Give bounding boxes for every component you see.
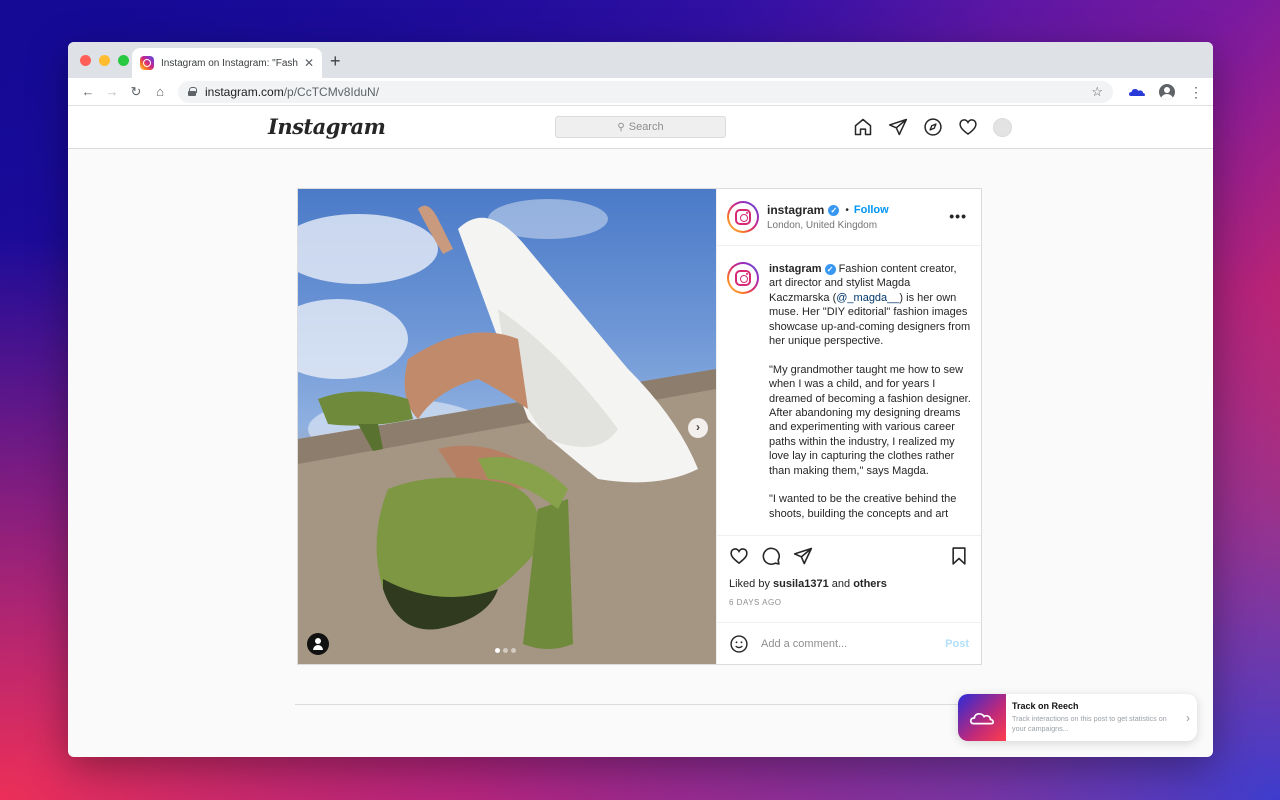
tagged-users-icon[interactable] — [307, 633, 329, 655]
url-path: /p/CcTCMv8IduN/ — [283, 84, 380, 99]
carousel-dot-active — [495, 648, 500, 653]
divider — [295, 704, 985, 705]
browser-toolbar: ← → ↻ ⌂ instagram.com/p/CcTCMv8IduN/ ☆ ⋮ — [68, 78, 1213, 106]
instagram-header: Instagram ⚲ Search — [68, 106, 1213, 149]
carousel-next-button[interactable]: › — [688, 418, 708, 438]
post-photo[interactable]: › — [298, 189, 716, 664]
instagram-logo[interactable]: Instagram — [268, 114, 386, 139]
chevron-right-icon[interactable]: › — [1179, 711, 1197, 725]
follow-button[interactable]: Follow — [854, 204, 889, 216]
maximize-window-button[interactable] — [118, 55, 129, 66]
more-options-icon[interactable]: ••• — [949, 208, 967, 224]
author-username[interactable]: instagram — [767, 203, 824, 217]
post-card: › instagram ✓ • Follow London, United Ki… — [297, 188, 982, 665]
direct-icon[interactable] — [888, 117, 908, 137]
comment-box: Add a comment... Post — [717, 622, 981, 664]
share-icon[interactable] — [793, 546, 813, 566]
caption-text: instagram ✓ Fashion content creator, art d… — [769, 262, 971, 535]
caption-paragraph-3: "I wanted to be the creative behind the … — [769, 493, 957, 520]
browser-profile-icon[interactable] — [1159, 83, 1175, 100]
liked-others-link[interactable]: others — [853, 578, 887, 590]
caption-avatar[interactable] — [727, 262, 759, 294]
caption-paragraph-2: "My grandmother taught me how to sew whe… — [769, 363, 971, 477]
forward-button[interactable]: → — [100, 84, 124, 99]
reech-subtitle: Track interactions on this post to get s… — [1012, 714, 1167, 733]
tab-strip: Instagram on Instagram: "Fash ✕ + — [68, 42, 1213, 78]
url-domain: instagram.com — [205, 84, 284, 99]
search-icon: ⚲ — [617, 121, 625, 133]
minimize-window-button[interactable] — [99, 55, 110, 66]
reech-cloud-icon[interactable] — [1129, 87, 1145, 97]
reech-cloud-icon — [969, 712, 995, 724]
reech-logo — [958, 694, 1006, 741]
post-actions: Liked by susila1371 and others 6 DAYS AG… — [717, 535, 981, 622]
carousel-dot — [511, 648, 516, 653]
home-icon[interactable] — [853, 117, 873, 137]
tab-instagram[interactable]: Instagram on Instagram: "Fash ✕ — [132, 48, 322, 78]
save-bookmark-icon[interactable] — [949, 546, 969, 566]
post-caption: instagram ✓ Fashion content creator, art d… — [717, 246, 981, 535]
liked-user-link[interactable]: susila1371 — [773, 578, 829, 590]
liked-and: and — [831, 578, 851, 590]
post-timestamp[interactable]: 6 DAYS AGO — [729, 598, 969, 607]
verified-badge-icon: ✓ — [828, 204, 840, 216]
bookmark-star-icon[interactable]: ☆ — [1091, 84, 1103, 100]
verified-badge-icon: ✓ — [824, 264, 836, 275]
reech-track-card[interactable]: Track on Reech Track interactions on thi… — [958, 694, 1197, 741]
emoji-icon[interactable] — [729, 634, 749, 654]
home-button[interactable]: ⌂ — [148, 84, 172, 99]
new-tab-button[interactable]: + — [330, 51, 341, 72]
close-window-button[interactable] — [80, 55, 91, 66]
post-comment-button[interactable]: Post — [945, 638, 969, 650]
caption-mention-link[interactable]: @_magda__ — [836, 292, 899, 304]
profile-avatar[interactable] — [993, 117, 1012, 137]
instagram-logo-icon — [735, 209, 751, 225]
comment-input[interactable]: Add a comment... — [761, 638, 945, 650]
likes-summary: Liked by susila1371 and others — [729, 578, 969, 590]
explore-icon[interactable] — [923, 117, 943, 137]
search-input[interactable]: ⚲ Search — [555, 116, 726, 138]
carousel-dot — [503, 648, 508, 653]
lock-icon — [188, 87, 197, 96]
reech-title: Track on Reech — [1012, 701, 1079, 711]
window-controls — [80, 55, 129, 66]
post-location[interactable]: London, United Kingdom — [767, 220, 889, 231]
header-separator: • — [845, 204, 849, 216]
browser-window: Instagram on Instagram: "Fash ✕ + ← → ↻ … — [68, 42, 1213, 757]
comment-icon[interactable] — [761, 546, 781, 566]
search-placeholder: Search — [628, 121, 664, 133]
instagram-favicon-icon — [140, 56, 154, 70]
post-sidebar: instagram ✓ • Follow London, United King… — [716, 189, 981, 664]
tab-title: Instagram on Instagram: "Fash — [161, 57, 298, 69]
reload-button[interactable]: ↻ — [124, 84, 148, 100]
activity-heart-icon[interactable] — [958, 117, 978, 137]
caption-username[interactable]: instagram — [769, 263, 822, 275]
post-photo-illustration — [298, 199, 716, 664]
browser-menu-icon[interactable]: ⋮ — [1189, 85, 1203, 99]
tab-close-icon[interactable]: ✕ — [304, 56, 314, 70]
like-heart-icon[interactable] — [729, 546, 749, 566]
post-header: instagram ✓ • Follow London, United King… — [717, 189, 981, 246]
liked-prefix: Liked by — [729, 578, 770, 590]
address-bar[interactable]: instagram.com/p/CcTCMv8IduN/ ☆ — [178, 80, 1113, 103]
back-button[interactable]: ← — [76, 84, 100, 99]
instagram-nav — [853, 117, 1012, 137]
carousel-indicator — [495, 648, 516, 653]
author-avatar[interactable] — [727, 201, 759, 233]
instagram-logo-icon — [735, 270, 751, 286]
